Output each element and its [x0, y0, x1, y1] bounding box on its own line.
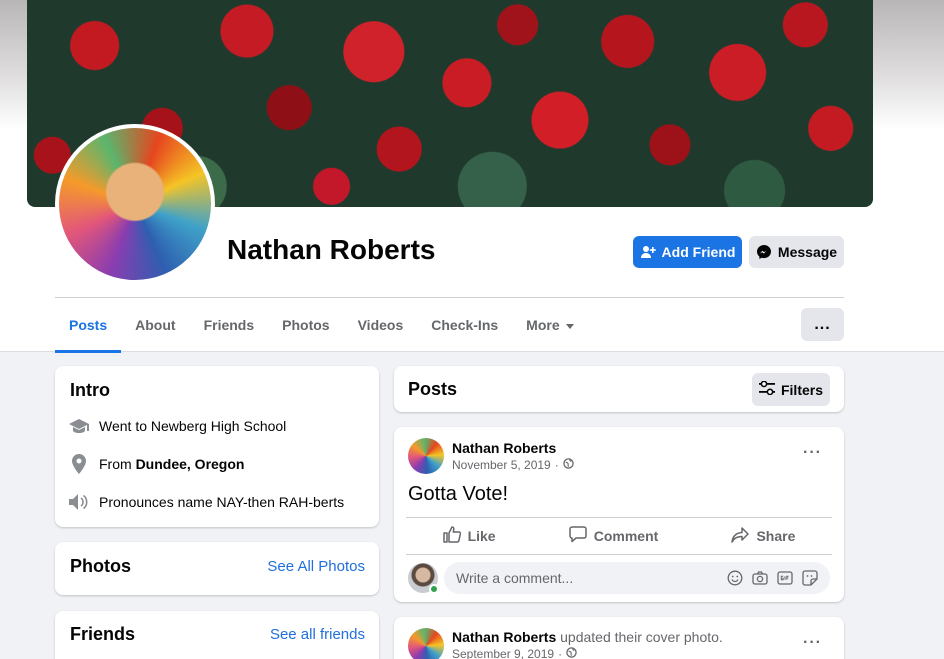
see-all-photos-link[interactable]: See All Photos	[267, 558, 365, 575]
tab-label: Photos	[282, 317, 330, 333]
message-label: Message	[777, 244, 838, 260]
caret-down-icon	[565, 317, 574, 333]
online-status-indicator	[429, 584, 439, 594]
location-text: From Dundee, Oregon	[99, 456, 244, 472]
post-date: November 5, 2019 ·	[452, 458, 574, 472]
tab-more[interactable]: More	[512, 298, 587, 352]
location-link[interactable]: Dundee, Oregon	[136, 456, 245, 472]
filters-button[interactable]: Filters	[752, 373, 830, 406]
post-author-name[interactable]: Nathan Roberts	[452, 629, 556, 645]
post-author-avatar[interactable]	[408, 628, 444, 659]
location-prefix: From	[99, 456, 132, 472]
profile-more-options-button[interactable]: ...	[801, 308, 844, 341]
location-pin-icon	[69, 454, 89, 474]
friends-card: Friends See all friends	[55, 611, 379, 659]
comment-placeholder: Write a comment...	[456, 570, 574, 586]
comment-label: Comment	[593, 528, 659, 544]
tab-posts[interactable]: Posts	[55, 298, 122, 353]
tab-label: Check-Ins	[431, 317, 499, 333]
post-activity-text: updated their cover photo.	[560, 629, 723, 645]
profile-picture-frame[interactable]	[55, 124, 215, 284]
share-button[interactable]: Share	[731, 519, 795, 553]
add-friend-icon	[640, 244, 656, 260]
friends-title: Friends	[70, 624, 136, 644]
tab-label: Posts	[69, 317, 108, 333]
share-arrow-icon	[731, 526, 750, 546]
pronunciation-text: Pronounces name NAY-then RAH-berts	[99, 494, 345, 510]
comment-button[interactable]: Comment	[569, 519, 659, 553]
current-user-avatar[interactable]	[408, 563, 439, 594]
globe-icon	[563, 458, 574, 472]
share-label: Share	[756, 528, 796, 544]
emoji-icon[interactable]	[727, 570, 743, 586]
post-date: September 9, 2019 ·	[452, 647, 577, 659]
tab-label: Friends	[203, 317, 255, 333]
ellipsis-icon: ...	[814, 315, 831, 333]
profile-tabs: Posts About Friends Photos Videos Check-…	[55, 298, 588, 353]
add-friend-button[interactable]: Add Friend	[633, 236, 742, 268]
tab-label: About	[135, 317, 176, 333]
filters-label: Filters	[780, 381, 823, 398]
add-friend-label: Add Friend	[661, 244, 736, 260]
post-options-icon[interactable]: ···	[803, 444, 822, 462]
post: Nathan Roberts updated their cover photo…	[394, 617, 844, 659]
post-actions: Like Comment Share	[406, 519, 832, 553]
tab-friends[interactable]: Friends	[190, 298, 269, 352]
profile-picture[interactable]	[59, 128, 211, 280]
intro-location: From Dundee, Oregon	[69, 454, 244, 474]
post-divider	[406, 554, 832, 555]
intro-title: Intro	[70, 380, 110, 400]
gif-icon[interactable]	[777, 571, 793, 585]
globe-icon	[566, 647, 577, 659]
intro-pronunciation: Pronounces name NAY-then RAH-berts	[69, 492, 344, 512]
education-text: Went to Newberg High School	[99, 418, 287, 434]
tab-label: Videos	[357, 317, 404, 333]
post-date-text[interactable]: November 5, 2019	[452, 458, 551, 472]
tab-videos[interactable]: Videos	[344, 298, 418, 352]
comment-tools	[727, 570, 818, 586]
post-text: Gotta Vote!	[408, 483, 509, 505]
posts-header-card: Posts Filters	[394, 366, 844, 412]
intro-education: Went to Newberg High School	[69, 416, 286, 436]
see-all-friends-link[interactable]: See all friends	[270, 626, 365, 643]
comment-input[interactable]: Write a comment...	[444, 562, 830, 594]
tab-check-ins[interactable]: Check-Ins	[417, 298, 512, 352]
posts-title: Posts	[408, 379, 458, 399]
post-divider	[406, 517, 832, 518]
photos-card: Photos See All Photos	[55, 542, 379, 595]
comment-composer: Write a comment...	[408, 562, 830, 594]
post: Nathan Roberts November 5, 2019 · ··· Go…	[394, 427, 844, 602]
sliders-icon	[758, 380, 775, 398]
intro-card: Intro Went to Newberg High School From D…	[55, 366, 379, 527]
comment-bubble-icon	[569, 526, 587, 546]
photos-title: Photos	[70, 556, 131, 576]
like-button[interactable]: Like	[442, 519, 496, 553]
post-date-text[interactable]: September 9, 2019	[452, 647, 554, 659]
post-options-icon[interactable]: ···	[803, 634, 822, 652]
dot-separator: ·	[558, 647, 563, 659]
profile-name: Nathan Roberts	[227, 234, 436, 265]
messenger-icon	[756, 244, 772, 260]
post-author-line: Nathan Roberts updated their cover photo…	[452, 629, 723, 645]
camera-icon[interactable]	[752, 571, 768, 585]
tab-label: More	[526, 317, 560, 333]
like-label: Like	[467, 528, 496, 544]
sticker-icon[interactable]	[802, 570, 818, 586]
post-author-avatar[interactable]	[408, 438, 444, 474]
post-author-name[interactable]: Nathan Roberts	[452, 440, 556, 456]
graduation-cap-icon	[69, 416, 89, 436]
speaker-icon	[69, 492, 89, 512]
thumbs-up-icon	[442, 526, 461, 546]
tab-photos[interactable]: Photos	[268, 298, 343, 352]
message-button[interactable]: Message	[749, 236, 844, 268]
tab-about[interactable]: About	[121, 298, 189, 352]
dot-separator: ·	[554, 458, 559, 472]
